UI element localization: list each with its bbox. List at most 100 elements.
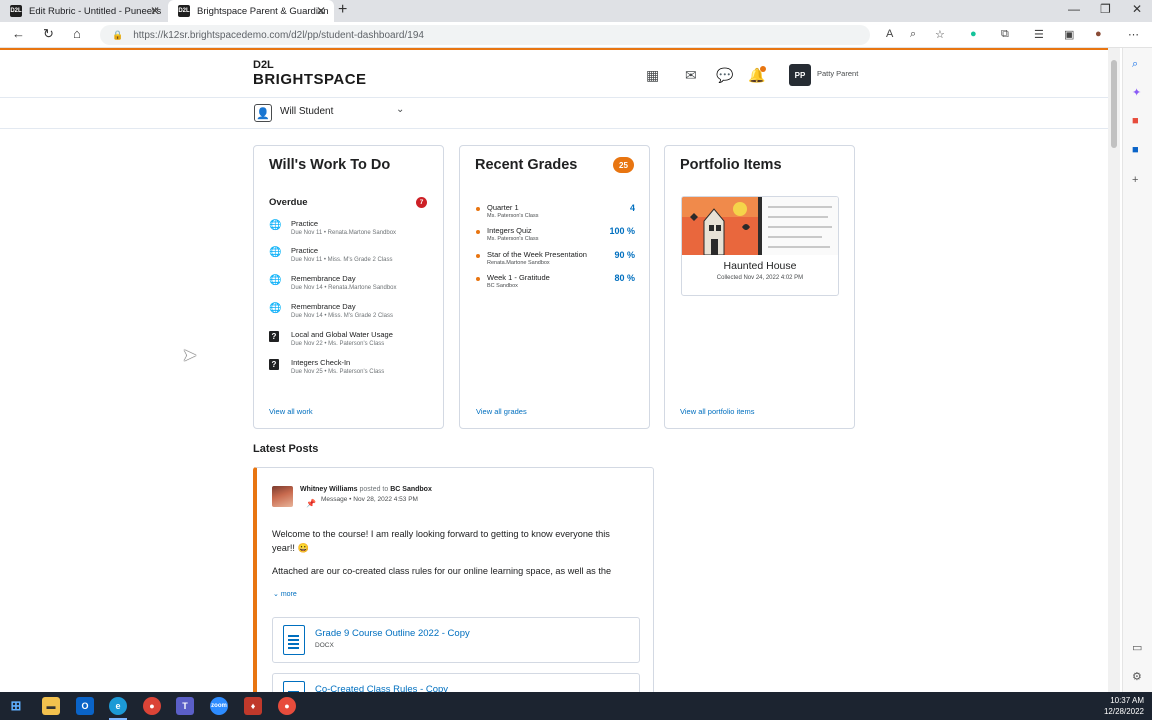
outlook-icon[interactable]: O — [76, 697, 94, 715]
grade-item-name[interactable]: Quarter 1 — [487, 203, 519, 212]
url-field[interactable]: 🔒 https://k12sr.brightspacedemo.com/d2l/… — [100, 25, 870, 45]
globe-icon: 🌐 — [269, 247, 282, 258]
work-item-title[interactable]: Local and Global Water Usage — [291, 330, 393, 339]
bullet-dot — [476, 277, 480, 281]
file-explorer-icon[interactable]: ▬ — [42, 697, 60, 715]
grade-value: 90 % — [614, 250, 635, 260]
work-item-due: Due Nov 14 • Miss. M's Grade 2 Class — [291, 313, 393, 319]
windows-taskbar: ⊞ ▬ O e ● T zoom ♦ ● 10:37 AM 12/28/2022 — [0, 692, 1152, 720]
minimize-icon[interactable]: — — [1068, 2, 1080, 16]
read-aloud-icon[interactable]: A — [886, 28, 893, 40]
work-item[interactable]: 🌐 Remembrance Day Due Nov 14 • Renata.Ma… — [269, 274, 439, 298]
view-all-portfolio-link[interactable]: View all portfolio items — [680, 407, 754, 416]
tab-edit-rubric[interactable]: D2L Edit Rubric - Untitled - Puneet's ✕ — [0, 0, 168, 22]
view-all-grades-link[interactable]: View all grades — [476, 407, 527, 416]
attachment-name[interactable]: Grade 9 Course Outline 2022 - Copy — [315, 628, 470, 639]
chat-icon[interactable]: 💬 — [716, 67, 733, 84]
edge-sidebar: ⌕ ✦ ■ ■ + ▭ ⚙ — [1122, 48, 1152, 692]
close-window-icon[interactable]: ✕ — [1132, 2, 1142, 16]
reload-icon[interactable]: ↻ — [43, 26, 54, 42]
favorite-add-icon[interactable]: ☆ — [935, 28, 945, 41]
page-scrollbar[interactable] — [1108, 48, 1120, 692]
office-icon[interactable]: ■ — [1132, 115, 1139, 127]
chrome-icon[interactable]: ● — [143, 697, 161, 715]
clock-time: 10:37 AM — [1110, 696, 1144, 705]
teams-icon[interactable]: T — [176, 697, 194, 715]
quiz-icon: ? — [269, 359, 279, 370]
favorites-icon[interactable]: ☰ — [1034, 28, 1044, 41]
more-options-icon[interactable]: ⋯ — [1128, 28, 1139, 41]
profile-avatar-icon[interactable]: ● — [1095, 28, 1102, 40]
portfolio-item-title[interactable]: Haunted House — [682, 260, 838, 272]
work-item-title[interactable]: Practice — [291, 219, 318, 228]
grammarly-icon[interactable]: ● — [970, 28, 977, 40]
scrollbar-thumb[interactable] — [1111, 60, 1117, 148]
mail-icon[interactable]: ✉ — [685, 67, 697, 84]
view-all-work-link[interactable]: View all work — [269, 407, 313, 416]
system-clock[interactable]: 10:37 AM 12/28/2022 — [1104, 695, 1144, 717]
close-tab-icon[interactable]: ✕ — [316, 4, 326, 18]
grade-row[interactable]: Integers Quiz Ms. Paterson's Class 100 % — [476, 226, 635, 248]
new-tab-icon[interactable]: + — [338, 1, 347, 19]
settings-gear-icon[interactable]: ⚙ — [1132, 670, 1142, 683]
close-tab-icon[interactable]: ✕ — [150, 4, 160, 18]
attachment-item[interactable]: Grade 9 Course Outline 2022 - Copy DOCX — [272, 617, 640, 663]
post-author: Whitney Williams — [300, 486, 358, 493]
student-selector-bar: 👤 Will Student ⌄ — [0, 98, 1108, 129]
edge-browser-icon[interactable]: e — [109, 697, 127, 715]
d2l-favicon-icon: D2L — [10, 5, 22, 17]
globe-icon: 🌐 — [269, 303, 282, 314]
user-avatar[interactable]: PP — [789, 64, 811, 86]
zoom-icon[interactable]: ⌕ — [910, 28, 916, 41]
recent-grades-card: Recent Grades 25 Quarter 1 Ms. Paterson'… — [459, 145, 650, 429]
add-icon[interactable]: + — [1132, 174, 1138, 186]
bullet-dot — [476, 230, 480, 234]
pin-icon: 📌 — [306, 499, 316, 508]
work-item[interactable]: 🌐 Practice Due Nov 11 • Renata.Martone S… — [269, 219, 439, 243]
grade-item-name[interactable]: Integers Quiz — [487, 226, 532, 235]
portfolio-item-date: Collected Nov 24, 2022 4:02 PM — [716, 275, 804, 281]
chevron-down-icon[interactable]: ⌄ — [396, 104, 404, 115]
extensions-icon[interactable]: ⧉ — [1001, 28, 1009, 41]
search-icon[interactable]: ⌕ — [1132, 58, 1138, 71]
grade-item-name[interactable]: Week 1 - Gratitude — [487, 273, 550, 282]
overdue-count-badge: 7 — [416, 197, 427, 208]
work-item[interactable]: 🌐 Practice Due Nov 11 • Miss. M's Grade … — [269, 246, 439, 270]
overdue-label: Overdue — [269, 197, 308, 208]
grade-row[interactable]: Quarter 1 Ms. Paterson's Class 4 — [476, 203, 635, 225]
work-item[interactable]: ? Local and Global Water Usage Due Nov 2… — [269, 330, 439, 354]
url-text: https://k12sr.brightspacedemo.com/d2l/pp… — [133, 29, 424, 41]
work-item-title[interactable]: Practice — [291, 246, 318, 255]
windows-start-icon[interactable]: ⊞ — [7, 697, 25, 715]
student-selector[interactable]: Will Student — [280, 106, 333, 117]
collections-icon[interactable]: ▣ — [1064, 28, 1074, 41]
globe-icon: 🌐 — [269, 220, 282, 231]
brightspace-logo[interactable]: D2L BRIGHTSPACE — [253, 60, 367, 88]
work-item[interactable]: 🌐 Remembrance Day Due Nov 14 • Miss. M's… — [269, 302, 439, 326]
work-item[interactable]: ? Integers Check-In Due Nov 25 • Ms. Pat… — [269, 358, 439, 382]
app-grid-icon[interactable]: ▦ — [646, 67, 659, 84]
home-icon[interactable]: ⌂ — [73, 26, 81, 41]
tab-brightspace[interactable]: D2L Brightspace Parent & Guardian ✕ — [168, 0, 334, 22]
work-item-title[interactable]: Integers Check-In — [291, 358, 350, 367]
copilot-icon[interactable]: ✦ — [1132, 86, 1141, 99]
chrome-profile-icon[interactable]: ● — [278, 697, 296, 715]
user-name[interactable]: Patty Parent — [817, 69, 858, 78]
app-icon[interactable]: ♦ — [244, 697, 262, 715]
outlook-icon[interactable]: ■ — [1132, 144, 1139, 156]
zoom-icon[interactable]: zoom — [210, 697, 228, 715]
work-item-title[interactable]: Remembrance Day — [291, 274, 356, 283]
sidebar-panel-icon[interactable]: ▭ — [1132, 641, 1142, 654]
back-icon[interactable]: ← — [12, 26, 25, 41]
restore-icon[interactable]: ❐ — [1100, 2, 1111, 16]
card-title: Will's Work To Do — [269, 157, 391, 173]
tab-strip: D2L Edit Rubric - Untitled - Puneet's ✕ … — [0, 0, 1152, 22]
work-item-title[interactable]: Remembrance Day — [291, 302, 356, 311]
grade-row[interactable]: Star of the Week Presentation Renata.Mar… — [476, 250, 635, 272]
grade-item-class: Ms. Paterson's Class — [487, 236, 539, 242]
portfolio-item-card[interactable]: Haunted House Collected Nov 24, 2022 4:0… — [681, 196, 839, 296]
post-course[interactable]: BC Sandbox — [390, 486, 432, 493]
more-link[interactable]: ⌄ more — [273, 590, 297, 598]
grade-item-name[interactable]: Star of the Week Presentation — [487, 250, 587, 259]
grade-row[interactable]: Week 1 - Gratitude BC Sandbox 80 % — [476, 273, 635, 295]
